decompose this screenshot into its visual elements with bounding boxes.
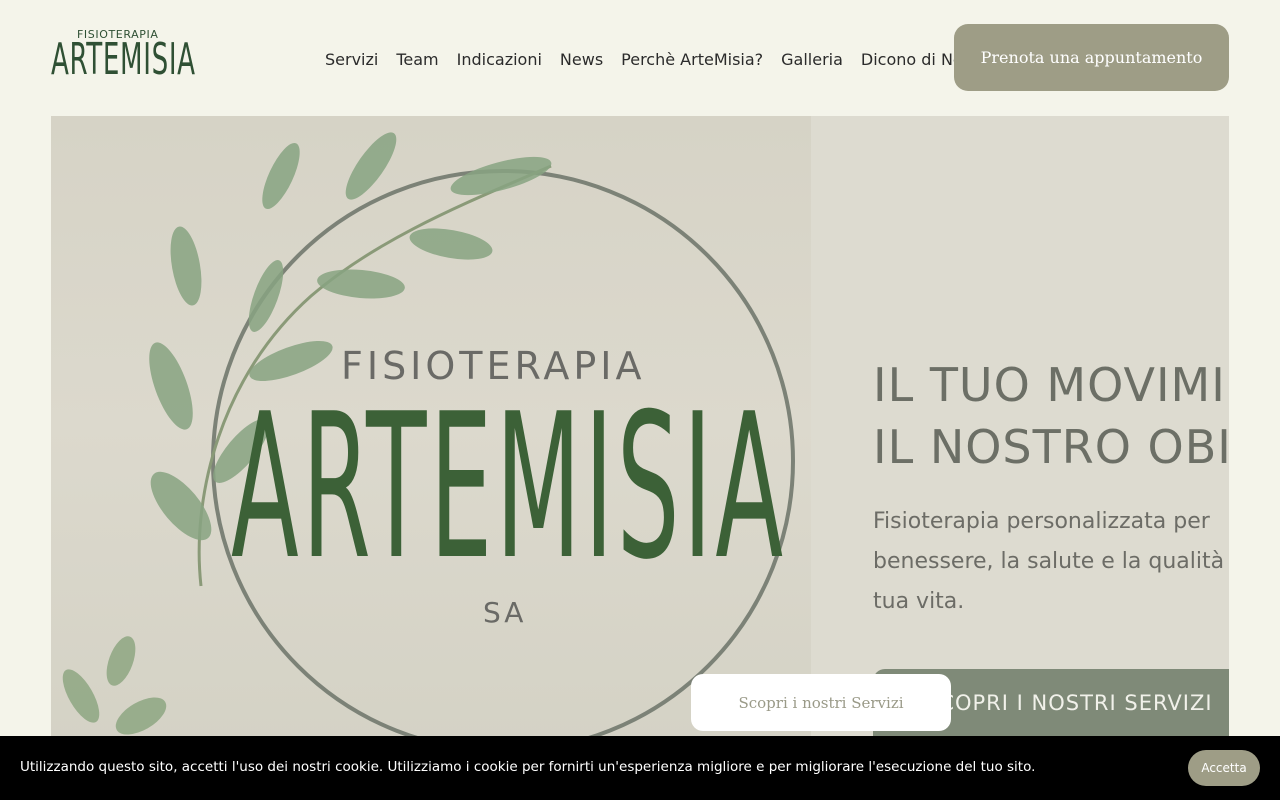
site-header: FISIOTERAPIA ARTEMISIA Servizi Team Indi… — [0, 0, 1280, 116]
nav-item-perche-artemisia[interactable]: Perchè ArteMisia? — [621, 50, 763, 69]
plant-leaf — [106, 636, 136, 686]
book-appointment-button[interactable]: Prenota una appuntamento — [954, 24, 1229, 91]
nav-item-galleria[interactable]: Galleria — [781, 50, 843, 69]
hero-heading-line-2: IL NOSTRO OBI — [873, 420, 1229, 474]
nav-item-news[interactable]: News — [560, 50, 603, 69]
hero-text-line-3: tua vita. — [873, 589, 965, 614]
hero-heading-line-1: IL TUO MOVIMI — [873, 358, 1226, 412]
hero-logo-sa-text: SA — [483, 596, 527, 629]
leaf — [149, 342, 193, 430]
nav-item-servizi[interactable]: Servizi — [325, 50, 378, 69]
hero-banner: FISIOTERAPIA ARTEMISIA SA IL TUO MOVIMI … — [51, 116, 1229, 800]
main-nav: Servizi Team Indicazioni News Perchè Art… — [316, 46, 976, 72]
plant-leaf — [115, 697, 167, 735]
leaf — [409, 228, 493, 260]
logo-big-text: ARTEMISIA — [51, 34, 196, 85]
plant-leaf — [62, 669, 100, 723]
cookie-banner: Utilizzando questo sito, accetti l'uso d… — [0, 736, 1280, 800]
hero-logo-big-text: ARTEMISIA — [231, 371, 787, 604]
leaf — [150, 471, 212, 541]
nav-item-dicono-di-noi[interactable]: Dicono di Noi — [861, 50, 967, 69]
leaf — [450, 156, 552, 196]
cookie-message: Utilizzando questo sito, accetti l'uso d… — [20, 759, 1036, 775]
nav-item-team[interactable]: Team — [396, 50, 438, 69]
discover-services-button[interactable]: Scopri i nostri Servizi — [691, 674, 951, 731]
leaf — [317, 269, 405, 299]
leaf — [170, 226, 202, 306]
hero-heading: IL TUO MOVIMI IL NOSTRO OBI — [873, 354, 1229, 478]
hero-text-line-1: Fisioterapia personalizzata per — [873, 509, 1210, 534]
hero-description: Fisioterapia personalizzata per benesser… — [873, 502, 1229, 622]
nav-item-indicazioni[interactable]: Indicazioni — [457, 50, 542, 69]
cookie-accept-button[interactable]: Accetta — [1188, 750, 1260, 786]
site-logo[interactable]: FISIOTERAPIA ARTEMISIA — [51, 28, 195, 88]
hero-text-line-2: benessere, la salute e la qualità — [873, 549, 1225, 574]
leaf — [262, 142, 300, 210]
